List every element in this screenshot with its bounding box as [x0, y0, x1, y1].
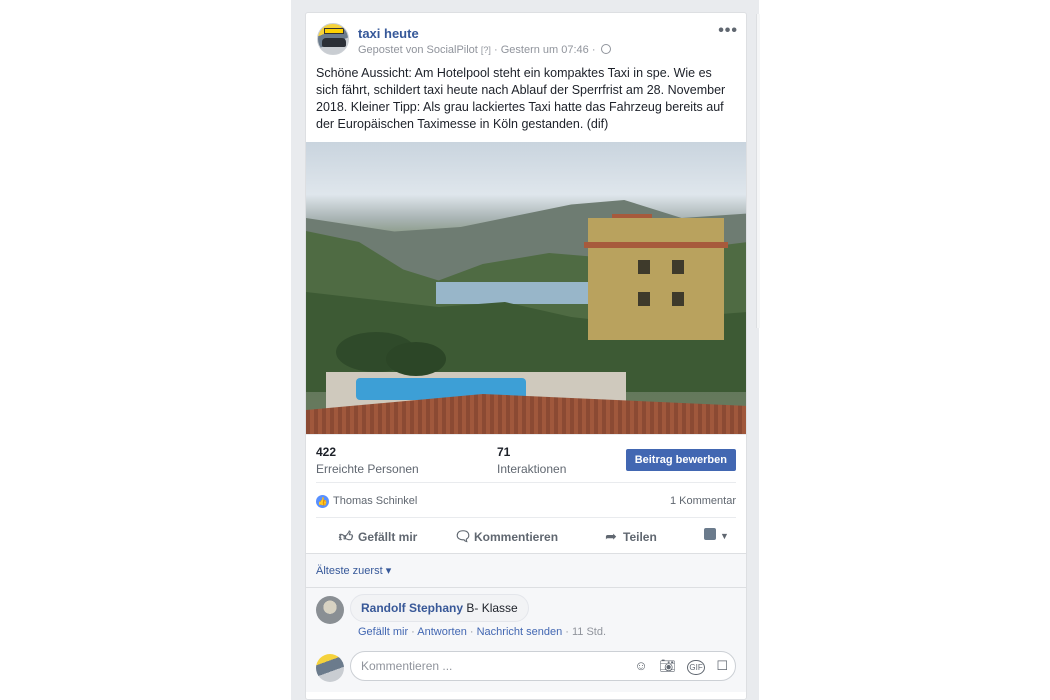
photo-hotel [588, 218, 724, 340]
right-column-edge [756, 14, 760, 328]
like-label: Gefällt mir [358, 530, 418, 544]
like-reaction-icon[interactable]: 👍 [316, 495, 329, 508]
photo-window [638, 292, 650, 306]
post-text: Schöne Aussicht: Am Hotelpool steht ein … [316, 66, 726, 131]
comment-reply-link[interactable]: Antworten [417, 626, 467, 638]
emoji-icon[interactable]: ☺ [634, 658, 647, 673]
share-icon: ➦ [605, 528, 617, 544]
globe-icon[interactable] [600, 44, 611, 54]
page-name-link[interactable]: taxi heute [358, 26, 419, 41]
comment-time[interactable]: 11 Std. [572, 626, 606, 638]
interactions-number: 71 [497, 445, 511, 459]
post-insights: 422 Erreichte Personen 71 Interaktionen … [306, 434, 746, 482]
comment-button[interactable]: 🗨︎ Kommentieren [454, 528, 558, 545]
action-bar: 👍︎ Gefällt mir 🗨︎ Kommentieren ➦ Teilen ▼ [316, 517, 736, 553]
composer-icons: ☺ 📷︎ GIF ☐ [626, 658, 728, 675]
comment-author[interactable]: Randolf Stephany [361, 601, 463, 615]
like-button[interactable]: 👍︎ Gefällt mir [338, 528, 418, 545]
composer-avatar [316, 654, 344, 682]
comment-bubble: Randolf Stephany B- Klasse [350, 594, 529, 622]
comment-sort: Älteste zuerst ▾ [306, 553, 746, 588]
interactions-stat: 71 Interaktionen [497, 445, 566, 476]
sort-order-dropdown[interactable]: Älteste zuerst ▾ [316, 565, 391, 577]
comment-composer: ☺ 📷︎ GIF ☐ [306, 646, 746, 692]
page-avatar[interactable] [317, 23, 349, 55]
post-header: taxi heute Gepostet von SocialPilot [?] … [306, 13, 746, 65]
commenter-avatar[interactable] [316, 596, 344, 624]
thumbs-up-icon: 👍︎ [338, 528, 354, 544]
post-timestamp[interactable]: · Gestern um 07:46 · [494, 44, 596, 56]
boost-post-button[interactable]: Beitrag bewerben [625, 449, 736, 471]
social-tool-link[interactable]: SocialPilot [427, 44, 478, 56]
comment-text: B- Klasse [466, 601, 518, 615]
more-options-icon[interactable]: ••• [718, 22, 738, 40]
liker-name[interactable]: Thomas Schinkel [333, 495, 417, 507]
photo-sea [436, 282, 596, 304]
post-meta: Gepostet von SocialPilot [?] · Gestern u… [358, 44, 611, 56]
photo-palm [386, 342, 446, 376]
post-photo[interactable] [306, 142, 746, 434]
chevron-down-icon: ▼ [720, 531, 729, 541]
car-icon [322, 38, 346, 47]
photo-window [672, 292, 684, 306]
interactions-label: Interaktionen [497, 462, 567, 476]
reach-number: 422 [316, 445, 337, 459]
comment-like-link[interactable]: Gefällt mir [358, 626, 408, 638]
share-button[interactable]: ➦ Teilen [603, 528, 657, 545]
gif-icon[interactable]: GIF [687, 660, 705, 675]
page-avatar-small-icon [704, 528, 716, 540]
reach-stat: 422 Erreichte Personen [316, 445, 419, 476]
share-label: Teilen [623, 530, 657, 544]
comment-item: Randolf Stephany B- Klasse Gefällt mir ·… [306, 588, 746, 646]
post-as-selector[interactable]: ▼ [704, 528, 729, 542]
taxi-sign-icon [324, 28, 344, 34]
meta-prefix: Gepostet von [358, 44, 424, 56]
reactions-bar: 👍 Thomas Schinkel 1 Kommentar [316, 482, 736, 517]
comment-count[interactable]: 1 Kommentar [670, 495, 736, 507]
send-message-link[interactable]: Nachricht senden [477, 626, 563, 638]
photo-window [638, 260, 650, 274]
camera-icon[interactable]: 📷︎ [659, 658, 676, 673]
post-card: taxi heute Gepostet von SocialPilot [?] … [305, 12, 747, 700]
comment-label: Kommentieren [474, 530, 559, 544]
comment-icon: 🗨︎ [454, 528, 472, 544]
sticker-icon[interactable]: ☐ [716, 658, 728, 673]
reach-label: Erreichte Personen [316, 462, 419, 476]
photo-hotel-roof [584, 242, 728, 248]
comment-actions: Gefällt mir · Antworten · Nachricht send… [358, 626, 607, 638]
photo-window [672, 260, 684, 274]
help-link[interactable]: [?] [481, 45, 491, 55]
